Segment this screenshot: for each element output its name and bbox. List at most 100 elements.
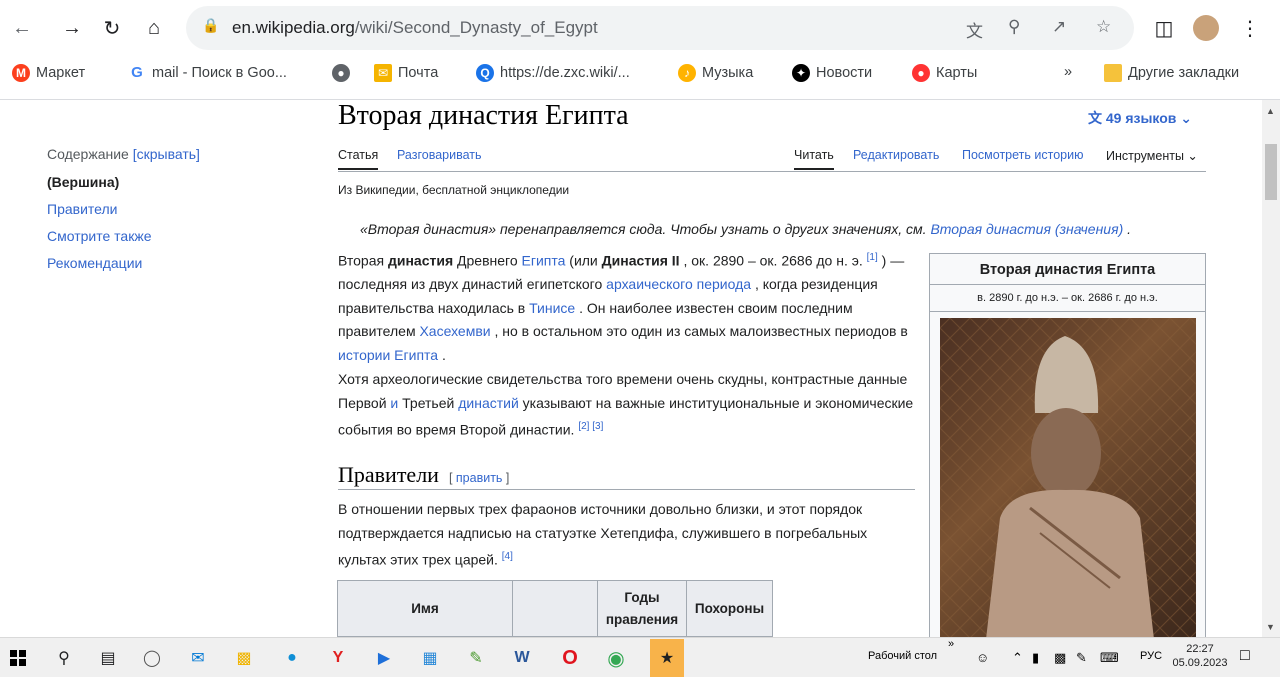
yandex-browser-icon[interactable]: Y (326, 646, 350, 670)
table-header-burial[interactable]: Похороны (686, 580, 773, 637)
music-icon: ♪ (678, 64, 696, 82)
notifications-icon[interactable]: □ (1240, 647, 1250, 665)
bookmark-maps[interactable]: ● Карты (912, 64, 977, 82)
back-icon[interactable]: ← (8, 14, 36, 42)
rulers-paragraph: В отношении первых трех фараонов источни… (338, 501, 868, 568)
tab-article[interactable]: Статья (338, 148, 379, 170)
scroll-down-icon[interactable]: ▼ (1266, 622, 1275, 632)
cortana-icon[interactable]: ◯ (140, 646, 164, 670)
page-scrollbar[interactable]: ▲ ▼ (1262, 100, 1280, 637)
network-icon[interactable]: ▩ (1054, 650, 1066, 666)
statue-image[interactable] (940, 318, 1196, 637)
url-text[interactable]: en.wikipedia.org/wiki/Second_Dynasty_of_… (232, 18, 598, 38)
clock[interactable]: 22:27 05.09.2023 (1172, 642, 1228, 670)
maps-icon: ● (912, 64, 930, 82)
keyboard-icon[interactable]: ⌨ (1100, 650, 1119, 666)
battery-icon[interactable]: ▮ (1032, 650, 1039, 666)
bookmark-star-icon[interactable]: ☆ (1096, 17, 1111, 37)
toc-toggle-link[interactable]: [скрывать] (133, 146, 200, 162)
clock-time: 22:27 (1186, 643, 1214, 655)
lead-paragraph: Вторая династия Древнего Египта (или Дин… (338, 252, 908, 363)
link-dynasties[interactable]: династий (458, 395, 519, 411)
profile-avatar[interactable] (1192, 14, 1220, 42)
tab-read[interactable]: Читать (794, 148, 834, 170)
bookmark-globe[interactable]: ● (332, 64, 350, 82)
opera-icon[interactable]: O (558, 646, 582, 670)
menu-icon[interactable]: ⋮ (1236, 14, 1264, 42)
ref-4[interactable]: [4] (502, 551, 513, 562)
ref-1[interactable]: [1] (867, 252, 878, 263)
paint-icon[interactable]: ✎ (464, 646, 488, 670)
toc-item-see-also[interactable]: Смотрите также (47, 228, 287, 244)
toc-item-top[interactable]: (Вершина) (47, 174, 287, 190)
bookmark-market[interactable]: M Маркет (12, 64, 85, 82)
language-indicator[interactable]: РУС (1140, 650, 1162, 662)
section-heading-rulers: Правители[ править ] (338, 462, 915, 490)
link-egypt[interactable]: Египта (522, 253, 566, 269)
side-panel-icon[interactable]: ◫ (1150, 14, 1178, 42)
page-title: Вторая династия Египта (338, 100, 629, 131)
languages-button[interactable]: 文 49 языков ⌄ (1088, 108, 1192, 128)
table-header-years[interactable]: Годы правления (597, 580, 687, 637)
file-explorer-icon[interactable]: ▩ (232, 646, 256, 670)
section-edit-link[interactable]: править (456, 471, 503, 485)
translate-icon: 文 (1088, 110, 1102, 126)
word-icon[interactable]: W (510, 646, 534, 670)
control-panel-icon[interactable]: ▦ (418, 646, 442, 670)
desktop-label[interactable]: Рабочий стол (868, 650, 937, 662)
edge-icon[interactable]: ● (280, 646, 304, 670)
tab-tools[interactable]: Инструменты ⌄ (1106, 148, 1198, 163)
lock-icon[interactable]: 🔒 (202, 17, 219, 34)
tab-talk[interactable]: Разговаривать (397, 148, 482, 162)
toc-item-rulers[interactable]: Правители (47, 201, 287, 217)
reload-icon[interactable]: ↻ (98, 14, 126, 42)
home-icon[interactable]: ⌂ (140, 14, 168, 42)
search-icon[interactable]: ⚲ (52, 646, 76, 670)
folder-icon (1104, 64, 1122, 82)
link-archaic-period[interactable]: архаического периода (606, 276, 751, 292)
rulers-table: Имя Годы правления Похороны (337, 580, 773, 637)
windows-start-icon[interactable] (6, 646, 30, 670)
toc-item-references[interactable]: Рекомендации (47, 255, 287, 271)
bookmarks-other-folder[interactable]: Другие закладки (1104, 64, 1239, 82)
bookmark-music[interactable]: ♪ Музыка (678, 64, 753, 82)
table-header-name[interactable]: Имя (337, 580, 513, 637)
second-paragraph: Хотя археологические свидетельства того … (338, 371, 914, 438)
hatnote-link[interactable]: Вторая династия (значения) (930, 221, 1123, 237)
zoom-icon[interactable]: ⚲ (1008, 17, 1020, 37)
bookmark-google-mail[interactable]: Gmail - Поиск в Goo... (128, 64, 287, 82)
translate-icon[interactable]: 文 (966, 17, 983, 42)
bookmark-mail[interactable]: ✉ Почта (374, 64, 438, 82)
toc-header: Содержание [скрывать] (47, 146, 200, 162)
ref-2-3[interactable]: [2] [3] (578, 421, 603, 432)
link-and[interactable]: и (390, 395, 398, 411)
forward-icon[interactable]: → (58, 14, 86, 42)
page-content: Содержание [скрывать] (Вершина) Правител… (0, 100, 1264, 637)
media-player-icon[interactable]: ▶ (372, 646, 396, 670)
bookmark-news[interactable]: ✦ Новости (792, 64, 872, 82)
pen-icon[interactable]: ✎ (1076, 650, 1087, 666)
bookmark-zxc-wiki[interactable]: Qhttps://de.zxc.wiki/... (476, 64, 630, 82)
tab-history[interactable]: Посмотреть историю (962, 148, 1083, 162)
tab-edit[interactable]: Редактировать (853, 148, 939, 162)
hatnote: «Вторая династия» перенаправляется сюда.… (360, 221, 1132, 237)
infobox: Вторая династия Египта в. 2890 г. до н.э… (929, 253, 1206, 637)
table-header-empty[interactable] (512, 580, 598, 637)
task-view-icon[interactable]: ▤ (96, 646, 120, 670)
tray-overflow-icon[interactable]: » (948, 638, 954, 650)
link-khasekhemwy[interactable]: Хасехемви (419, 323, 490, 339)
scrollbar-thumb[interactable] (1265, 144, 1277, 200)
show-hidden-icons[interactable]: ⌃ (1012, 650, 1023, 666)
page-tagline: Из Википедии, бесплатной энциклопедии (338, 183, 570, 197)
active-app-icon[interactable]: ★ (650, 639, 684, 677)
mail-app-icon[interactable]: ✉ (186, 646, 210, 670)
share-icon[interactable]: ↗ (1052, 17, 1066, 37)
address-bar[interactable]: 🔒 en.wikipedia.org/wiki/Second_Dynasty_o… (186, 6, 1134, 50)
scroll-up-icon[interactable]: ▲ (1266, 106, 1275, 116)
google-icon: G (131, 64, 143, 81)
bookmarks-more[interactable]: » (1064, 64, 1072, 80)
link-thinis[interactable]: Тинисе (529, 300, 575, 316)
chrome-icon[interactable]: ◉ (604, 646, 628, 670)
link-history-egypt[interactable]: истории Египта (338, 347, 438, 363)
people-icon[interactable]: ☺ (976, 650, 989, 665)
